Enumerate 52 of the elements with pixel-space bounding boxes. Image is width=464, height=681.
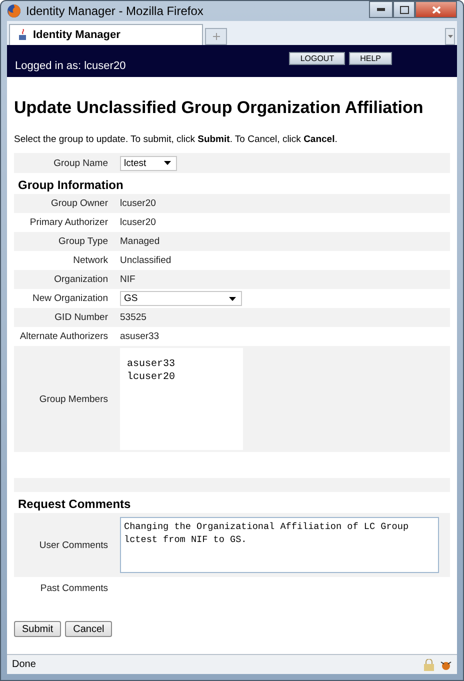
field-value: Unclassified xyxy=(120,255,172,266)
organization-dropdown[interactable]: GS xyxy=(120,291,242,306)
instructions-text: Select the group to update. To submit, click Submit. To Cancel, click Cancel. xyxy=(14,134,338,145)
window-title: Identity Manager - Mozilla Firefox xyxy=(26,4,204,18)
field-label: GID Number xyxy=(54,312,108,323)
section-heading: Group Information xyxy=(18,178,124,192)
header-button[interactable]: LOGOUT xyxy=(289,52,346,65)
member-item: lcuser20 xyxy=(127,371,176,384)
browser-logo-icon xyxy=(7,4,21,18)
minimize-button[interactable] xyxy=(369,1,393,18)
field-label: Group Owner xyxy=(50,198,108,209)
dropdown-arrow-icon xyxy=(229,296,236,300)
caret-icon xyxy=(448,35,452,38)
form-button[interactable]: Submit xyxy=(14,621,62,637)
tab-list-button[interactable] xyxy=(445,28,455,45)
field-value: lcuser20 xyxy=(120,217,157,228)
field-value: NIF xyxy=(120,274,136,285)
java-cup-icon xyxy=(18,29,28,41)
bug-icon xyxy=(440,658,452,670)
field-label: Alternate Authorizers xyxy=(18,331,108,342)
field-label: Group Name xyxy=(52,158,108,168)
page-title: Update Unclassified Group Organization Affiliation xyxy=(14,98,424,118)
field-label: New Organization xyxy=(31,293,108,304)
section-heading: Request Comments xyxy=(18,497,132,511)
form-button[interactable]: Cancel xyxy=(65,621,112,637)
status-text: Done xyxy=(12,659,36,670)
member-item: asuser33 xyxy=(127,358,176,371)
maximize-icon xyxy=(400,6,408,14)
field-value: lcuser20 xyxy=(120,198,157,209)
header-button[interactable]: HELP xyxy=(349,52,392,65)
plus-icon xyxy=(212,33,220,40)
maximize-button[interactable] xyxy=(393,1,415,18)
group-name-dropdown[interactable]: lctest xyxy=(120,156,177,170)
field-label: Group Members xyxy=(38,394,108,404)
field-value: 53525 xyxy=(120,312,148,323)
dropdown-arrow-icon xyxy=(164,161,171,165)
logged-in-text: Logged in as: lcuser20 xyxy=(15,60,126,72)
members-list-box[interactable]: asuser33 lcuser20 xyxy=(120,348,243,450)
field-label: User Comments xyxy=(38,540,108,550)
browser-tab[interactable]: Identity Manager xyxy=(9,24,203,45)
field-label: Primary Authorizer xyxy=(28,217,108,228)
field-label: Past Comments xyxy=(39,582,108,594)
padlock-icon xyxy=(424,658,434,670)
field-value: Managed xyxy=(120,236,161,247)
close-button[interactable] xyxy=(415,1,457,18)
close-icon xyxy=(432,6,440,14)
field-label: Organization xyxy=(53,274,108,285)
minimize-icon xyxy=(377,8,385,11)
field-label: Network xyxy=(72,255,108,266)
field-label: Group Type xyxy=(58,236,108,247)
field-value: asuser33 xyxy=(120,331,160,342)
comments-field[interactable]: Changing the Organizational Affiliation of LC Group lctest from NIF to GS. xyxy=(120,517,439,573)
